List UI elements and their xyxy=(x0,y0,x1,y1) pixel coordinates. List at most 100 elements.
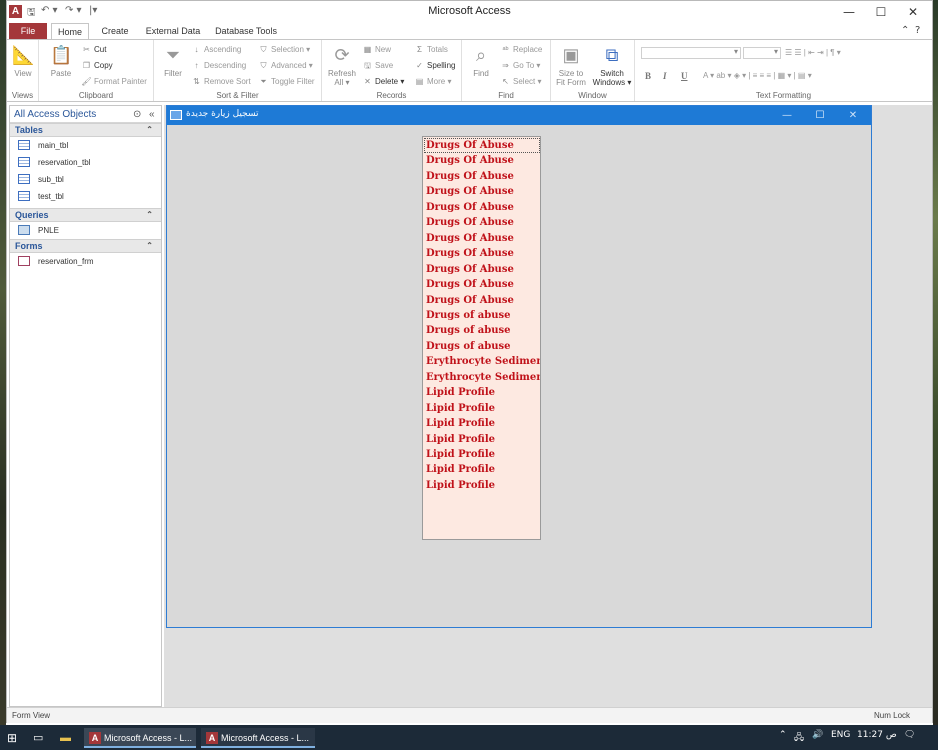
replace-button[interactable]: ᵃᵇ Replace xyxy=(500,45,543,55)
list-item[interactable]: Drugs Of Abuse xyxy=(426,215,514,230)
form-close-button[interactable]: ✕ xyxy=(839,108,867,123)
start-windows-icon[interactable]: ⊞ xyxy=(7,728,21,748)
list-item[interactable]: Drugs Of Abuse xyxy=(426,153,514,168)
more-button[interactable]: ▤ More ▾ xyxy=(414,77,452,87)
tab-external-data[interactable]: External Data xyxy=(143,23,203,40)
form-title-bar[interactable]: تسجيل زيارة جديدة — ☐ ✕ xyxy=(167,106,871,125)
list-item[interactable]: Lipid Profile xyxy=(426,478,495,493)
help-icon[interactable]: ? xyxy=(915,25,920,36)
format-painter-button[interactable]: 🖌 Format Painter xyxy=(81,77,146,87)
nav-dropdown-icon[interactable]: ⊙ xyxy=(133,106,141,123)
list-item[interactable]: Drugs of abuse xyxy=(426,308,511,323)
list-item[interactable]: Drugs Of Abuse xyxy=(426,262,514,277)
tab-database-tools[interactable]: Database Tools xyxy=(213,23,279,40)
switch-windows-button[interactable]: ⧉ Switch Windows ▾ xyxy=(591,44,633,87)
list-item[interactable]: Lipid Profile xyxy=(426,401,495,416)
selection-button[interactable]: ⛉ Selection ▾ xyxy=(258,45,311,55)
refresh-label: Refresh xyxy=(327,69,356,78)
cut-button[interactable]: ✂ Cut xyxy=(81,45,106,55)
list-item[interactable]: Drugs of abuse xyxy=(426,339,511,354)
select-button[interactable]: ↖ Select ▾ xyxy=(500,77,541,87)
nav-item-test-tbl[interactable]: test_tbl xyxy=(10,188,161,205)
tab-create[interactable]: Create xyxy=(95,23,135,40)
network-icon[interactable]: 🖧 xyxy=(794,730,804,746)
save-label: Save xyxy=(375,61,394,70)
spelling-button[interactable]: ✓ Spelling xyxy=(414,61,455,71)
nav-item-main-tbl[interactable]: main_tbl xyxy=(10,137,161,154)
nav-item-reservation-frm[interactable]: reservation_frm xyxy=(10,253,161,270)
remove-sort-button[interactable]: ⇅ Remove Sort xyxy=(191,77,251,87)
list-item[interactable]: Lipid Profile xyxy=(426,462,495,477)
font-size-combo[interactable] xyxy=(743,47,781,59)
font-name-combo[interactable] xyxy=(641,47,741,59)
list-item[interactable]: Drugs Of Abuse xyxy=(426,277,514,292)
size-to-fit-form-button[interactable]: ▣ Size to Fit Form xyxy=(554,44,588,87)
nav-section-forms[interactable]: Forms ⌃ xyxy=(10,239,161,253)
group-records: ⟳ Refresh All ▾ ▦ New 🖫 Save ✕ Delete ▾ Σ Tota… xyxy=(322,40,462,101)
tab-file[interactable]: File xyxy=(9,23,47,39)
goto-button[interactable]: ⇒ Go To ▾ xyxy=(500,61,540,71)
nav-pane-header[interactable]: All Access Objects ⊙ « xyxy=(10,106,161,123)
list-item[interactable]: Lipid Profile xyxy=(426,432,495,447)
find-button[interactable]: ⌕ Find xyxy=(466,44,496,78)
nav-item-label: PNLE xyxy=(38,226,59,235)
file-explorer-icon[interactable]: ▬ xyxy=(60,728,74,748)
nav-section-queries[interactable]: Queries ⌃ xyxy=(10,208,161,222)
nav-item-pnle[interactable]: PNLE xyxy=(10,222,161,239)
nav-item-sub-tbl[interactable]: sub_tbl xyxy=(10,171,161,188)
bold-button[interactable]: B xyxy=(645,71,651,81)
view-icon: 📐 xyxy=(12,45,35,65)
list-item[interactable]: Drugs Of Abuse xyxy=(426,231,514,246)
form-minimize-button[interactable]: — xyxy=(773,108,801,123)
form-maximize-button[interactable]: ☐ xyxy=(806,108,834,123)
italic-button[interactable]: I xyxy=(663,71,667,81)
taskbar-access-2[interactable]: A Microsoft Access - L... xyxy=(201,728,315,748)
font-color-icon[interactable]: A ▾ ab ▾ ◈ ▾ | ≡ ≡ ≡ | ▦ ▾ | ▤ ▾ xyxy=(703,71,812,81)
notifications-icon[interactable]: 🗨 xyxy=(904,730,915,740)
list-item[interactable]: Drugs Of Abuse xyxy=(426,293,514,308)
list-item[interactable]: Lipid Profile xyxy=(426,385,495,400)
nav-section-tables[interactable]: Tables ⌃ xyxy=(10,123,161,137)
language-indicator[interactable]: ENG xyxy=(831,730,850,740)
view-button[interactable]: 📐 View xyxy=(10,44,36,78)
new-record-button[interactable]: ▦ New xyxy=(362,45,391,55)
list-item[interactable]: Erythrocyte Sedimen xyxy=(426,354,540,369)
cut-label: Cut xyxy=(94,45,107,54)
advanced-button[interactable]: ⛉ Advanced ▾ xyxy=(258,61,313,71)
close-button[interactable]: ✕ xyxy=(896,2,930,22)
task-view-icon[interactable]: ▭ xyxy=(33,728,47,748)
clock-time[interactable]: 11:27 ص xyxy=(857,730,897,740)
ribbon-collapse-icon[interactable]: ⌃ xyxy=(901,25,909,36)
taskbar-access-1[interactable]: A Microsoft Access - L... xyxy=(84,728,196,748)
tab-home[interactable]: Home xyxy=(51,23,89,40)
nav-item-reservation-tbl[interactable]: reservation_tbl xyxy=(10,154,161,171)
maximize-button[interactable]: ☐ xyxy=(864,2,898,22)
delete-button[interactable]: ✕ Delete ▾ xyxy=(362,77,404,87)
copy-button[interactable]: ❐ Copy xyxy=(81,61,113,71)
paste-button[interactable]: 📋 Paste xyxy=(45,44,77,78)
toggle-filter-button[interactable]: ⏷ Toggle Filter xyxy=(258,77,314,87)
ascending-button[interactable]: ↓ Ascending xyxy=(191,45,242,55)
totals-button[interactable]: Σ Totals xyxy=(414,45,448,55)
descending-button[interactable]: ↑ Descending xyxy=(191,61,247,71)
list-item[interactable]: Drugs of abuse xyxy=(426,323,511,338)
tests-listbox[interactable]: Drugs Of Abuse Drugs Of Abuse Drugs Of Abu… xyxy=(422,136,541,540)
filter-button[interactable]: ⏷ Filter xyxy=(158,44,188,78)
list-item[interactable]: Drugs Of Abuse xyxy=(424,138,540,153)
bullets-icon[interactable]: ☰ ☰ | ⇤ ⇥ | ¶ ▾ xyxy=(785,48,841,58)
list-item[interactable]: Drugs Of Abuse xyxy=(426,184,514,199)
volume-icon[interactable]: 🔊 xyxy=(812,730,823,740)
refresh-all-button[interactable]: ⟳ Refresh All ▾ xyxy=(325,44,359,87)
list-item[interactable]: Erythrocyte Sedimen xyxy=(426,370,540,385)
list-item[interactable]: Drugs Of Abuse xyxy=(426,200,514,215)
list-item[interactable]: Lipid Profile xyxy=(426,447,495,462)
tray-chevron-icon[interactable]: ⌃ xyxy=(779,730,787,740)
window-group-label: Window xyxy=(578,91,607,100)
list-item[interactable]: Drugs Of Abuse xyxy=(426,169,514,184)
list-item[interactable]: Drugs Of Abuse xyxy=(426,246,514,261)
list-item[interactable]: Lipid Profile xyxy=(426,416,495,431)
minimize-button[interactable]: — xyxy=(832,2,866,22)
nav-collapse-icon[interactable]: « xyxy=(149,106,155,123)
save-record-button[interactable]: 🖫 Save xyxy=(362,61,393,71)
underline-button[interactable]: U xyxy=(681,71,688,81)
